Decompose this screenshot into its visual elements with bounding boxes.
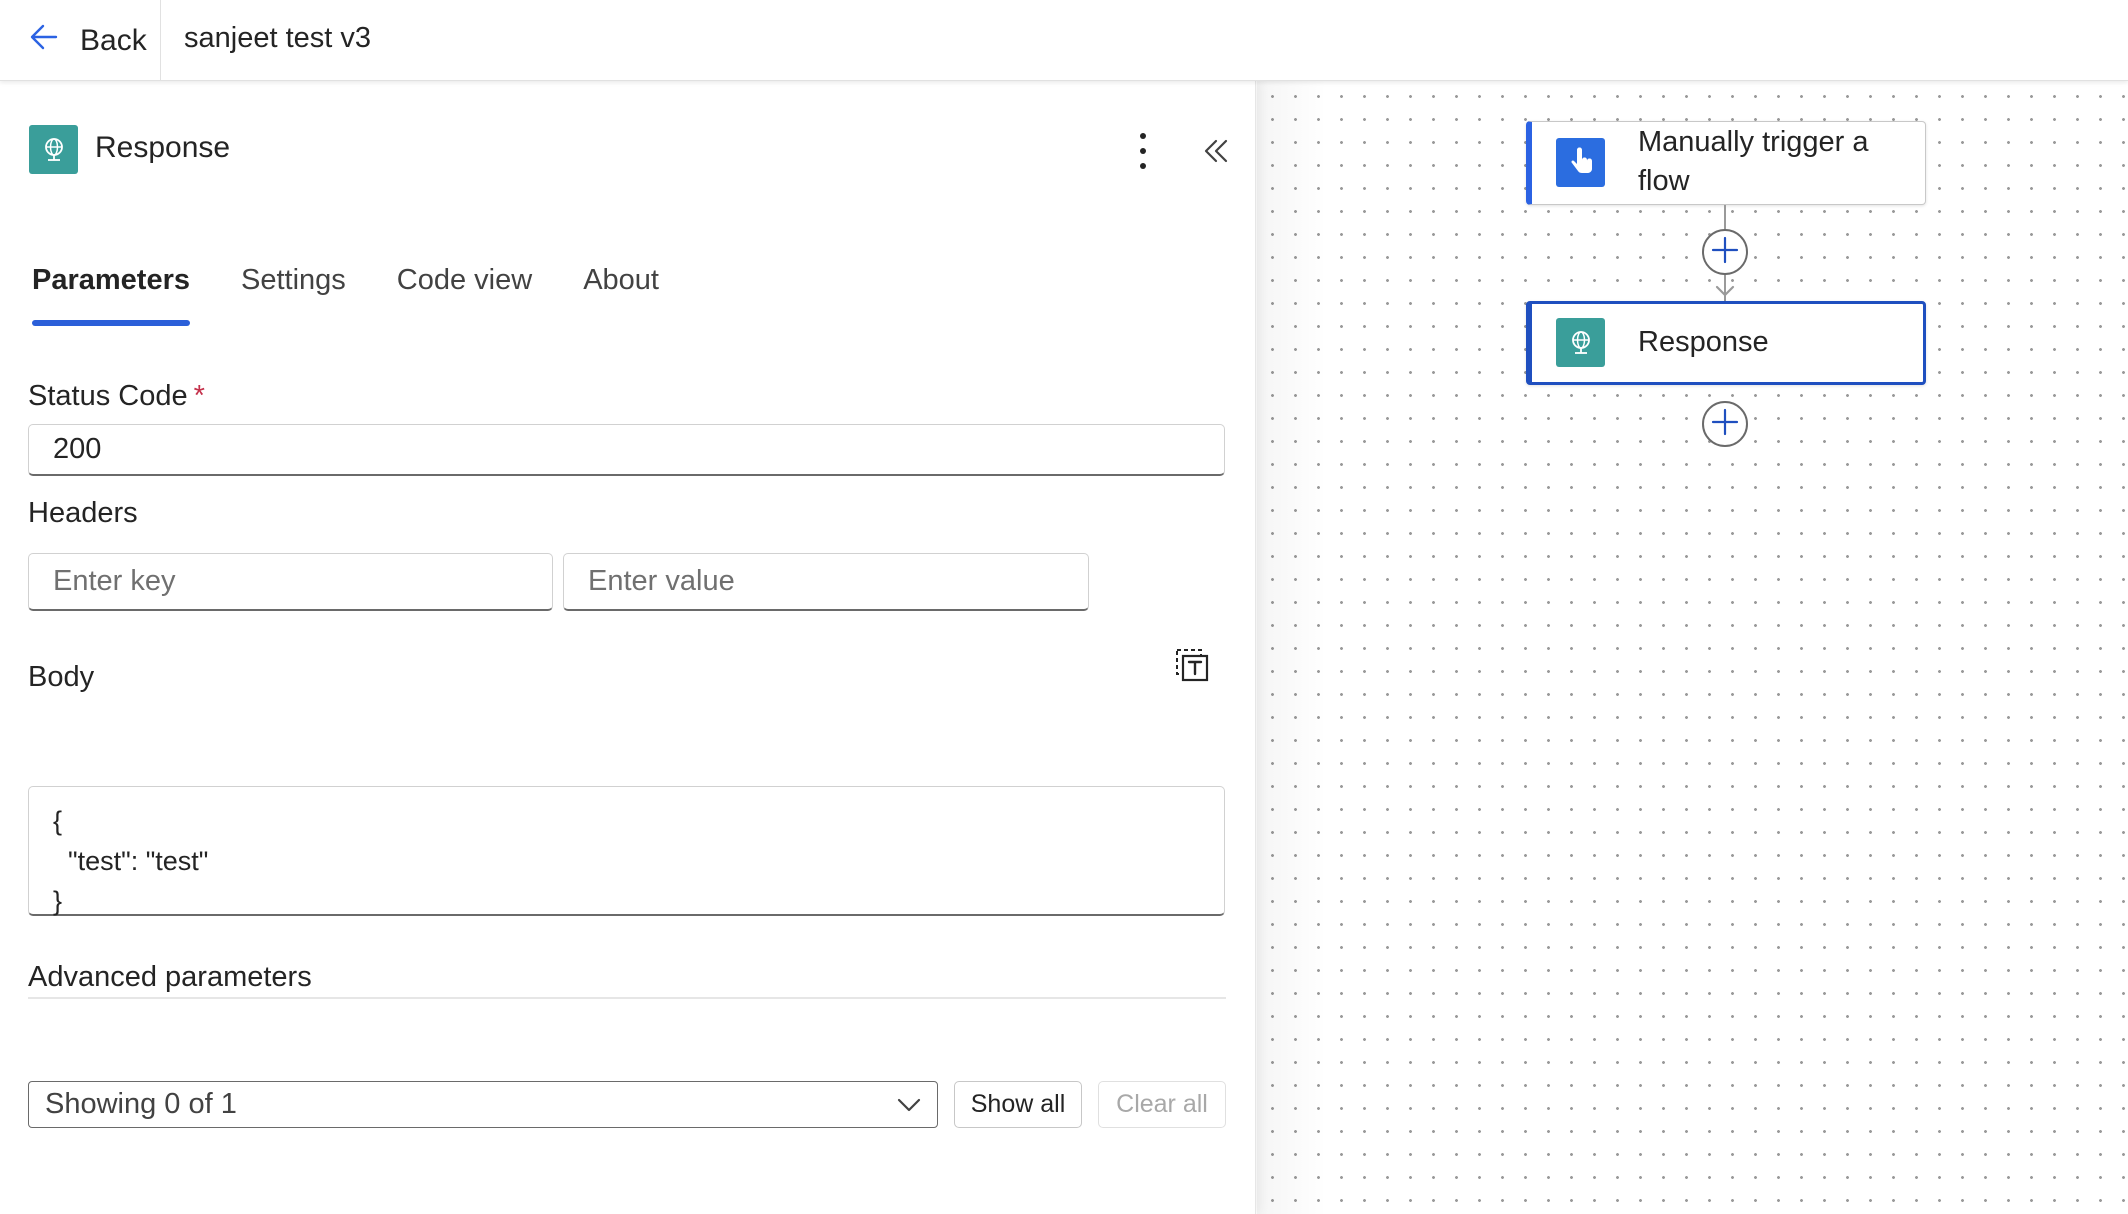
globe-response-icon: [1556, 318, 1605, 367]
tab-settings[interactable]: Settings: [241, 264, 346, 324]
header-key-placeholder: Enter key: [53, 565, 176, 597]
tab-code-view[interactable]: Code view: [397, 264, 532, 324]
response-action-icon: [29, 125, 78, 174]
status-code-label: Status Code *: [28, 380, 205, 413]
plus-icon: [1710, 235, 1740, 270]
chevron-down-icon: [895, 1091, 923, 1119]
header-key-input[interactable]: Enter key: [28, 553, 553, 611]
trigger-node-label: Manually trigger a flow: [1638, 126, 1869, 197]
collapse-panel-icon[interactable]: [1198, 133, 1234, 169]
tab-about[interactable]: About: [583, 264, 659, 324]
header-value-input[interactable]: Enter value: [563, 553, 1089, 611]
switch-to-text-mode-icon[interactable]: [1172, 645, 1212, 685]
more-options-icon[interactable]: [1130, 133, 1156, 169]
back-label: Back: [80, 24, 147, 57]
section-divider: [28, 997, 1226, 999]
back-button[interactable]: Back: [26, 18, 147, 64]
top-bar: Back sanjeet test v3: [0, 0, 2128, 81]
arrow-left-icon: [26, 19, 62, 63]
add-step-button[interactable]: [1702, 401, 1748, 447]
flow-title: sanjeet test v3: [184, 22, 371, 54]
canvas-shade: [1257, 81, 1327, 1214]
body-line: {: [53, 806, 63, 836]
panel-title: Response: [95, 131, 231, 164]
panel-tabs: Parameters Settings Code view About: [32, 264, 710, 326]
show-all-button[interactable]: Show all: [954, 1081, 1082, 1128]
topbar-divider: [160, 0, 161, 81]
action-details-panel: Response Parameters Settings Code view A…: [0, 81, 1256, 1214]
status-code-label-text: Status Code: [28, 380, 188, 412]
status-code-input[interactable]: 200: [28, 424, 1225, 476]
header-value-placeholder: Enter value: [588, 565, 735, 597]
hand-touch-icon: [1556, 138, 1605, 187]
plus-icon: [1710, 407, 1740, 442]
headers-label: Headers: [28, 497, 138, 529]
insert-step-button[interactable]: [1702, 229, 1748, 275]
response-node[interactable]: Response: [1526, 301, 1926, 385]
flow-canvas[interactable]: Manually trigger a flow Response: [1257, 81, 2128, 1214]
body-line: }: [53, 886, 63, 916]
clear-all-button: Clear all: [1098, 1081, 1226, 1128]
advanced-parameters-selected: Showing 0 of 1: [45, 1088, 237, 1120]
response-node-label: Response: [1638, 326, 1769, 358]
advanced-parameters-dropdown[interactable]: Showing 0 of 1: [28, 1081, 938, 1128]
advanced-parameters-label: Advanced parameters: [28, 961, 312, 993]
tab-parameters[interactable]: Parameters: [32, 264, 190, 326]
body-line: "test": "test": [53, 846, 209, 876]
arrow-down-icon: [1715, 285, 1735, 297]
required-marker: *: [193, 380, 205, 412]
trigger-node[interactable]: Manually trigger a flow: [1526, 121, 1926, 205]
status-code-value: 200: [53, 433, 102, 465]
body-label: Body: [28, 661, 95, 693]
body-editor[interactable]: { "test": "test" }: [28, 786, 1225, 916]
